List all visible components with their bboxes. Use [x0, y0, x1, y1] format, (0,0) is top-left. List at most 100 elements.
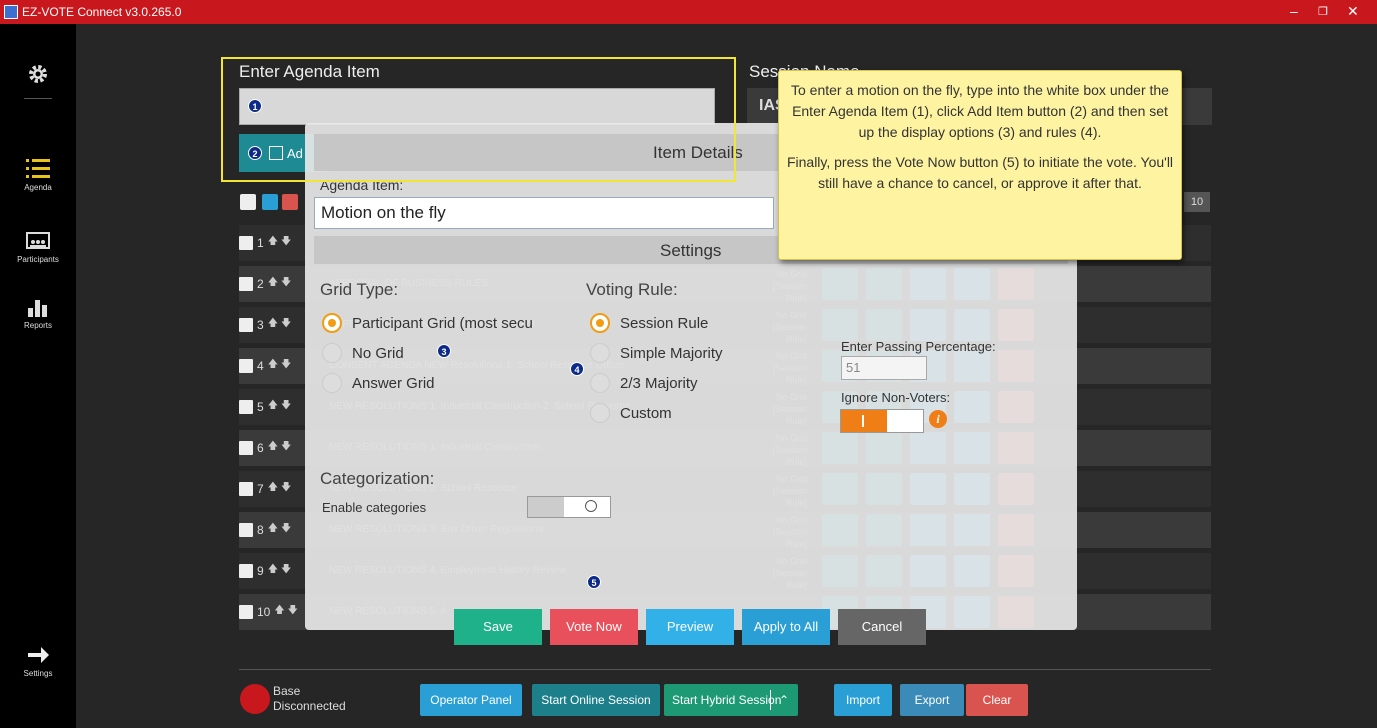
tooltip-paragraph-1: To enter a motion on the fly, type into … — [791, 82, 1169, 140]
select-all-checkbox[interactable] — [240, 194, 256, 210]
radio-icon — [322, 343, 342, 363]
sidebar-item-label: Participants — [17, 255, 59, 264]
move-up-icon[interactable]: 🡅 — [268, 275, 278, 292]
passing-percentage-input[interactable]: 51 — [841, 356, 927, 380]
toggle-on-knob — [841, 410, 887, 432]
move-up-icon[interactable]: 🡅 — [268, 357, 278, 374]
move-down-icon[interactable]: 🡇 — [281, 480, 291, 497]
move-up-icon[interactable]: 🡅 — [268, 439, 278, 456]
move-down-icon[interactable]: 🡇 — [281, 398, 291, 415]
app-icon — [4, 5, 18, 19]
enable-categories-toggle[interactable] — [527, 496, 611, 518]
grid-option-participant[interactable]: Participant Grid (most secu — [322, 313, 533, 333]
option-label: Participant Grid (most secu — [352, 314, 533, 332]
rule-option-simple[interactable]: Simple Majority — [590, 343, 723, 363]
rule-option-session[interactable]: Session Rule — [590, 313, 708, 333]
callout-2: 2 — [248, 146, 262, 160]
move-up-icon[interactable]: 🡅 — [268, 521, 278, 538]
move-up-icon[interactable]: 🡅 — [274, 603, 284, 620]
row-number: 8 — [257, 522, 264, 537]
export-button[interactable]: Export — [900, 684, 964, 716]
callout-5: 5 — [587, 575, 601, 589]
move-up-icon[interactable]: 🡅 — [268, 480, 278, 497]
minimize-icon[interactable]: – — [1290, 3, 1298, 19]
cancel-button[interactable]: Cancel — [838, 609, 926, 645]
sidebar: Agenda Participants Reports Settings — [0, 24, 76, 728]
operator-panel-button[interactable]: Operator Panel — [420, 684, 522, 716]
sidebar-divider — [24, 98, 52, 99]
row-checkbox[interactable] — [239, 522, 253, 537]
move-up-icon[interactable]: 🡅 — [268, 316, 278, 333]
row-checkbox[interactable] — [239, 235, 253, 250]
apply-to-all-button[interactable]: Apply to All — [742, 609, 830, 645]
hybrid-label: Start Hybrid Session — [672, 693, 782, 707]
delete-icon[interactable] — [282, 194, 298, 210]
edit-icon[interactable] — [262, 194, 278, 210]
row-checkbox[interactable] — [239, 276, 253, 291]
bottom-divider — [239, 669, 1211, 670]
sidebar-item-gear[interactable] — [0, 62, 76, 89]
rule-option-two-thirds[interactable]: 2/3 Majority — [590, 373, 698, 393]
enable-categories-label: Enable categories — [322, 500, 427, 515]
move-down-icon[interactable]: 🡇 — [281, 439, 291, 456]
row-checkbox[interactable] — [239, 481, 253, 496]
row-controls: 5 🡅 🡇 — [239, 398, 291, 415]
info-icon[interactable]: i — [929, 410, 947, 428]
move-down-icon[interactable]: 🡇 — [288, 603, 298, 620]
move-down-icon[interactable]: 🡇 — [281, 562, 291, 579]
help-tooltip: To enter a motion on the fly, type into … — [778, 70, 1182, 260]
move-up-icon[interactable]: 🡅 — [268, 562, 278, 579]
import-button[interactable]: Import — [834, 684, 892, 716]
item-count-badge: 10 — [1184, 192, 1210, 212]
row-checkbox[interactable] — [239, 440, 253, 455]
agenda-item-text-input[interactable]: Motion on the fly — [314, 197, 774, 229]
move-down-icon[interactable]: 🡇 — [281, 521, 291, 538]
restore-icon[interactable]: ❐ — [1318, 5, 1328, 18]
ignore-non-voters-label: Ignore Non-Voters: — [841, 390, 951, 405]
rule-option-custom[interactable]: Custom — [590, 403, 672, 423]
toggle-knob — [528, 497, 564, 517]
grid-option-answer[interactable]: Answer Grid — [322, 373, 435, 393]
move-down-icon[interactable]: 🡇 — [281, 316, 291, 333]
callout-1: 1 — [248, 99, 262, 113]
row-number: 2 — [257, 276, 264, 291]
row-checkbox[interactable] — [239, 563, 253, 578]
sidebar-item-agenda[interactable]: Agenda — [0, 158, 76, 192]
move-up-icon[interactable]: 🡅 — [268, 234, 278, 251]
callout-3: 3 — [437, 344, 451, 358]
move-up-icon[interactable]: 🡅 — [268, 398, 278, 415]
ignore-non-voters-toggle[interactable] — [840, 409, 924, 433]
row-number: 1 — [257, 235, 264, 250]
window-title: EZ-VOTE Connect v3.0.265.0 — [22, 5, 182, 19]
sidebar-item-reports[interactable]: Reports — [0, 298, 76, 330]
vote-now-button[interactable]: Vote Now — [550, 609, 638, 645]
move-down-icon[interactable]: 🡇 — [281, 275, 291, 292]
row-checkbox[interactable] — [239, 604, 253, 619]
option-label: Session Rule — [620, 314, 709, 332]
clear-button[interactable]: Clear — [966, 684, 1028, 716]
option-label: No Grid — [352, 344, 404, 362]
option-label: Simple Majority — [620, 344, 723, 362]
preview-button[interactable]: Preview — [646, 609, 734, 645]
row-number: 5 — [257, 399, 264, 414]
chevron-up-icon[interactable]: ⌃ — [779, 684, 789, 716]
row-checkbox[interactable] — [239, 358, 253, 373]
grid-option-none[interactable]: No Grid — [322, 343, 404, 363]
move-down-icon[interactable]: 🡇 — [281, 234, 291, 251]
radio-icon — [590, 403, 610, 423]
row-checkbox[interactable] — [239, 399, 253, 414]
row-checkbox[interactable] — [239, 317, 253, 332]
row-number: 4 — [257, 358, 264, 373]
sidebar-item-label: Agenda — [24, 183, 52, 192]
sidebar-item-participants[interactable]: Participants — [0, 232, 76, 264]
start-hybrid-session-button[interactable]: Start Hybrid Session ⌃ — [664, 684, 798, 716]
close-icon[interactable]: ✕ — [1347, 3, 1359, 20]
sidebar-item-settings[interactable]: Settings — [0, 644, 76, 678]
move-down-icon[interactable]: 🡇 — [281, 357, 291, 374]
connection-status: Base Disconnected — [273, 684, 346, 714]
save-button[interactable]: Save — [454, 609, 542, 645]
row-controls: 4 🡅 🡇 — [239, 357, 291, 374]
start-online-session-button[interactable]: Start Online Session — [532, 684, 660, 716]
gear-icon — [29, 65, 47, 83]
title-bar: EZ-VOTE Connect v3.0.265.0 – ❐ ✕ — [0, 0, 1377, 24]
